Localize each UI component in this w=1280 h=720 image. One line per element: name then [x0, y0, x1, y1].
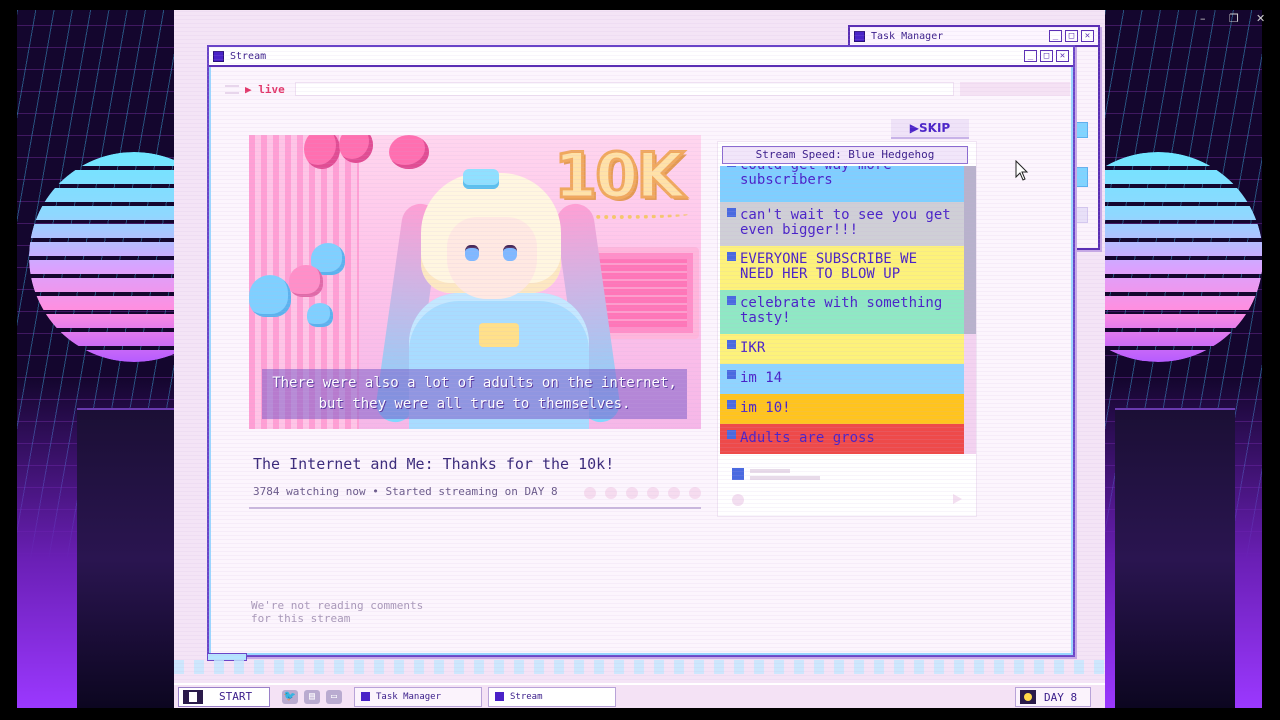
heart-balloon-art [307, 303, 333, 327]
live-bar-end [960, 82, 1070, 96]
left-backdrop-art [17, 10, 174, 708]
live-bar: ▶ live [225, 81, 1070, 97]
chat-message: im 14 [720, 364, 964, 394]
host-restore-button[interactable]: ❐ [1229, 12, 1239, 25]
stream-body: ▶ live ▶SKIP 10K There were also a lot o… [209, 67, 1073, 655]
stream-titlebar[interactable]: Stream _ □ ✕ [209, 47, 1073, 67]
no-comments-line: for this stream [251, 612, 351, 625]
decorative-wave [174, 660, 1105, 674]
heart-balloon-art [289, 265, 323, 297]
stream-speed-selector[interactable]: Stream Speed: Blue Hedgehog [722, 146, 968, 164]
minimize-button[interactable]: _ [1024, 50, 1037, 62]
menu-icon[interactable] [225, 84, 239, 94]
video-subtitle: There were also a lot of adults on the i… [262, 369, 687, 419]
divider [249, 507, 701, 509]
chat-message: im 10! [720, 394, 964, 424]
heart-balloon-art [249, 275, 291, 317]
chat-panel: Stream Speed: Blue Hedgehog could get wa… [717, 141, 977, 517]
stream-video: 10K There were also a lot of adults on t… [249, 135, 701, 429]
chat-message: Adults are gross [720, 424, 964, 454]
twitter-icon[interactable]: 🐦 [282, 689, 298, 704]
taskbar-item-label: Task Manager [376, 691, 442, 702]
close-button[interactable]: ✕ [1056, 50, 1069, 62]
taskbar-item-label: Stream [510, 691, 543, 702]
host-close-button[interactable]: ✕ [1256, 12, 1265, 25]
chat-icon[interactable]: ▤ [304, 689, 320, 704]
maximize-button[interactable]: □ [1065, 30, 1078, 42]
user-avatar-icon [732, 468, 744, 480]
live-url-field [294, 82, 954, 96]
start-label: START [219, 690, 253, 703]
chat-message: can't wait to see you get even bigger!!! [720, 202, 964, 246]
taskbar: START 🐦 ▤ ▭ Task Manager Stream DAY 8 [174, 683, 1105, 708]
emoji-icon[interactable] [732, 494, 744, 506]
chat-list[interactable]: could get way more subscriberscan't wait… [720, 166, 976, 456]
balloon-art [389, 135, 429, 169]
minimize-button[interactable]: _ [1049, 30, 1062, 42]
stream-window[interactable]: Stream _ □ ✕ ▶ live ▶SKIP 10K There were… [207, 45, 1075, 661]
chat-message: EVERYONE SUBSCRIBE WE NEED HER TO BLOW U… [720, 246, 964, 290]
monitor-icon[interactable]: ▭ [326, 689, 342, 704]
task-manager-title: Task Manager [871, 30, 944, 42]
window-icon [495, 692, 504, 701]
subtitle-line: There were also a lot of adults on the i… [272, 375, 677, 391]
no-comments-notice: We're not reading comments for this stre… [251, 599, 423, 625]
close-button[interactable]: ✕ [1081, 30, 1094, 42]
chat-message: IKR [720, 334, 964, 364]
chat-message: celebrate with something tasty! [720, 290, 964, 334]
send-icon[interactable] [953, 494, 962, 504]
taskbar-item-task-manager[interactable]: Task Manager [354, 686, 482, 707]
start-icon [183, 689, 203, 704]
host-minimize-button[interactable]: – [1200, 12, 1206, 25]
day-icon [1020, 690, 1036, 704]
window-icon [213, 50, 224, 62]
window-icon [361, 692, 370, 701]
chat-scrollbar-thumb[interactable] [964, 166, 976, 334]
start-button[interactable]: START [178, 686, 270, 707]
stream-meta: 3784 watching now • Started streaming on… [253, 485, 558, 498]
window-icon [854, 30, 865, 42]
task-manager-titlebar[interactable]: Task Manager _ □ ✕ [850, 27, 1098, 47]
desktop: Task Manager _ □ ✕ Stream _ □ ✕ ▶ live ▶… [174, 10, 1105, 683]
maximize-button[interactable]: □ [1040, 50, 1053, 62]
balloon-art [339, 135, 373, 163]
live-indicator: ▶ live [245, 82, 285, 96]
subtitle-line: but they were all true to themselves. [318, 396, 631, 412]
stream-title: The Internet and Me: Thanks for the 10k! [253, 455, 615, 473]
skip-button[interactable]: ▶SKIP [891, 119, 969, 139]
reaction-dots [584, 487, 701, 499]
chat-input-row [732, 468, 820, 480]
stream-window-title: Stream [230, 50, 267, 62]
day-label: DAY 8 [1044, 690, 1078, 704]
no-comments-line: We're not reading comments [251, 599, 424, 612]
taskbar-item-stream[interactable]: Stream [488, 686, 616, 707]
tray-icons: 🐦 ▤ ▭ [276, 689, 348, 704]
mouse-cursor-icon [1015, 160, 1029, 181]
chat-message: could get way more subscribers [720, 166, 964, 202]
day-indicator: DAY 8 [1015, 687, 1091, 707]
right-backdrop-art [1105, 10, 1262, 708]
chat-input-footer [732, 494, 962, 506]
